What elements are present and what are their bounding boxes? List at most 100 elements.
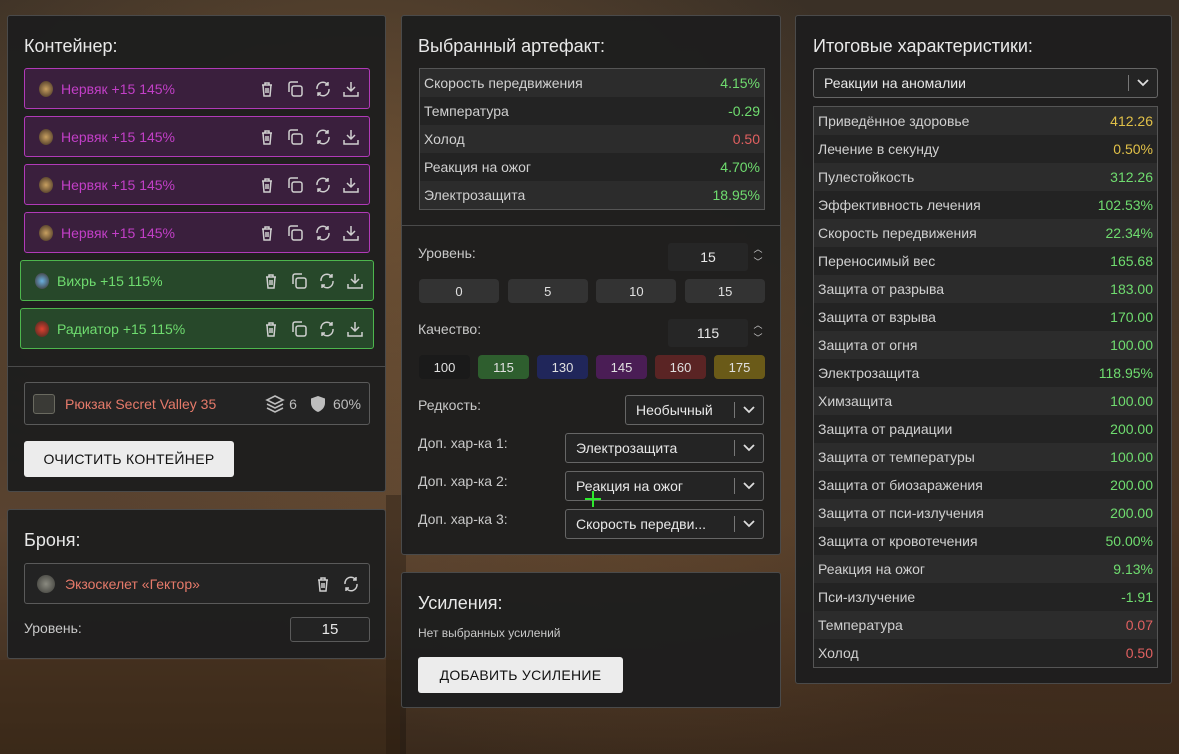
container-item[interactable]: Нервяк +15 145% [24,212,370,253]
chevron-down-icon [1129,79,1157,87]
level-preset-button[interactable]: 0 [419,279,499,303]
quality-preset-button[interactable]: 145 [596,355,647,379]
total-stat-row: Электрозащита 118.95% [814,359,1157,387]
total-stat-row: Защита от радиации 200.00 [814,415,1157,443]
copy-icon[interactable] [281,224,309,242]
level-input[interactable]: 15 [668,243,748,271]
add-boost-button[interactable]: ДОБАВИТЬ УСИЛЕНИЕ [418,657,623,693]
quality-label: Качество: [418,321,482,337]
copy-icon[interactable] [281,80,309,98]
total-stat-row: Температура 0.07 [814,611,1157,639]
swap-icon[interactable] [309,224,337,242]
download-icon[interactable] [337,80,365,98]
stat-label: Химзащита [818,393,893,409]
stat-value: 100.00 [1110,393,1153,409]
chevron-down-icon[interactable]: ﹀ [752,332,764,345]
download-icon[interactable] [337,176,365,194]
stat-value: 4.15% [720,75,760,91]
swap-icon[interactable] [313,320,341,338]
quality-preset-button[interactable]: 115 [478,355,529,379]
copy-icon[interactable] [281,128,309,146]
container-item[interactable]: Радиатор +15 115% [20,308,374,349]
container-item[interactable]: Вихрь +15 115% [20,260,374,301]
copy-icon[interactable] [285,320,313,338]
container-item[interactable]: Нервяк +15 145% [24,116,370,157]
swap-icon[interactable] [309,128,337,146]
delete-icon[interactable] [253,128,281,146]
chevron-down-icon [735,520,763,528]
download-icon[interactable] [337,128,365,146]
total-stat-row: Холод 0.50 [814,639,1157,667]
stat-value: 183.00 [1110,281,1153,297]
stat-label: Переносимый вес [818,253,936,269]
stat-value: 312.26 [1110,169,1153,185]
clear-container-button[interactable]: ОЧИСТИТЬ КОНТЕЙНЕР [24,441,234,477]
extra1-select[interactable]: Электрозащита [565,433,764,463]
extra3-select[interactable]: Скорость передви... [565,509,764,539]
copy-icon[interactable] [285,272,313,290]
quality-preset-button[interactable]: 130 [537,355,588,379]
extra1-value: Электрозащита [576,440,678,456]
stat-label: Приведённое здоровье [818,113,970,129]
swap-icon[interactable] [309,80,337,98]
total-stat-row: Пси-излучение -1.91 [814,583,1157,611]
total-stat-row: Переносимый вес 165.68 [814,247,1157,275]
stat-value: 100.00 [1110,449,1153,465]
stat-value: 22.34% [1105,225,1153,241]
delete-icon[interactable] [253,80,281,98]
backpack-protection: 60% [332,395,361,412]
swap-icon[interactable] [337,575,365,593]
backpack-row[interactable]: Рюкзак Secret Valley 35 6 60% [24,382,370,425]
stat-value: 50.00% [1105,533,1153,549]
backpack-slots: 6 [289,395,297,412]
download-icon[interactable] [341,272,369,290]
stat-label: Лечение в секунду [818,141,940,157]
total-stat-row: Защита от разрыва 183.00 [814,275,1157,303]
quality-input[interactable]: 115 [668,319,748,347]
container-item[interactable]: Нервяк +15 145% [24,68,370,109]
total-stat-row: Лечение в секунду 0.50% [814,135,1157,163]
stat-label: Реакция на ожог [818,561,926,577]
boosts-title: Усиления: [418,593,503,613]
container-item[interactable]: Нервяк +15 145% [24,164,370,205]
extra1-label: Доп. хар-ка 1: [418,435,508,451]
artifact-stat-row: Холод 0.50 [420,125,764,153]
total-stat-row: Скорость передвижения 22.34% [814,219,1157,247]
delete-icon[interactable] [257,320,285,338]
armor-level-input[interactable]: 15 [290,617,370,642]
armor-title: Броня: [24,530,81,550]
delete-icon[interactable] [253,176,281,194]
chevron-up-icon[interactable]: ︿ [752,243,764,256]
extra3-value: Скорость передви... [576,516,707,532]
delete-icon[interactable] [309,575,337,593]
artifact-name: Нервяк +15 145% [61,224,176,241]
swap-icon[interactable] [309,176,337,194]
stat-value: 165.68 [1110,253,1153,269]
delete-icon[interactable] [257,272,285,290]
download-icon[interactable] [341,320,369,338]
artifact-icon [29,320,55,337]
copy-icon[interactable] [281,176,309,194]
quality-preset-button[interactable]: 175 [714,355,765,379]
level-preset-button[interactable]: 10 [596,279,677,303]
artifact-stats-table: Скорость передвижения 4.15% Температура -0.… [419,68,765,210]
quality-preset-button[interactable]: 100 [419,355,470,379]
totals-filter-select[interactable]: Реакции на аномалии [813,68,1158,98]
stat-value: 102.53% [1097,197,1153,213]
quality-preset-button[interactable]: 160 [655,355,706,379]
download-icon[interactable] [337,224,365,242]
total-stat-row: Пулестойкость 312.26 [814,163,1157,191]
quality-stepper[interactable]: ︿ ﹀ [752,319,764,347]
level-preset-button[interactable]: 15 [685,279,766,303]
background-detail [0,660,400,754]
armor-row[interactable]: Экзоскелет «Гектор» [24,563,370,604]
level-preset-button[interactable]: 5 [507,279,588,303]
chevron-up-icon[interactable]: ︿ [752,319,764,332]
stat-label: Защита от пси-излучения [818,505,984,521]
delete-icon[interactable] [253,224,281,242]
swap-icon[interactable] [313,272,341,290]
artifact-title: Выбранный артефакт: [418,36,605,56]
chevron-down-icon[interactable]: ﹀ [752,256,764,269]
level-stepper[interactable]: ︿ ﹀ [752,243,764,271]
rarity-select[interactable]: Необычный [625,395,764,425]
